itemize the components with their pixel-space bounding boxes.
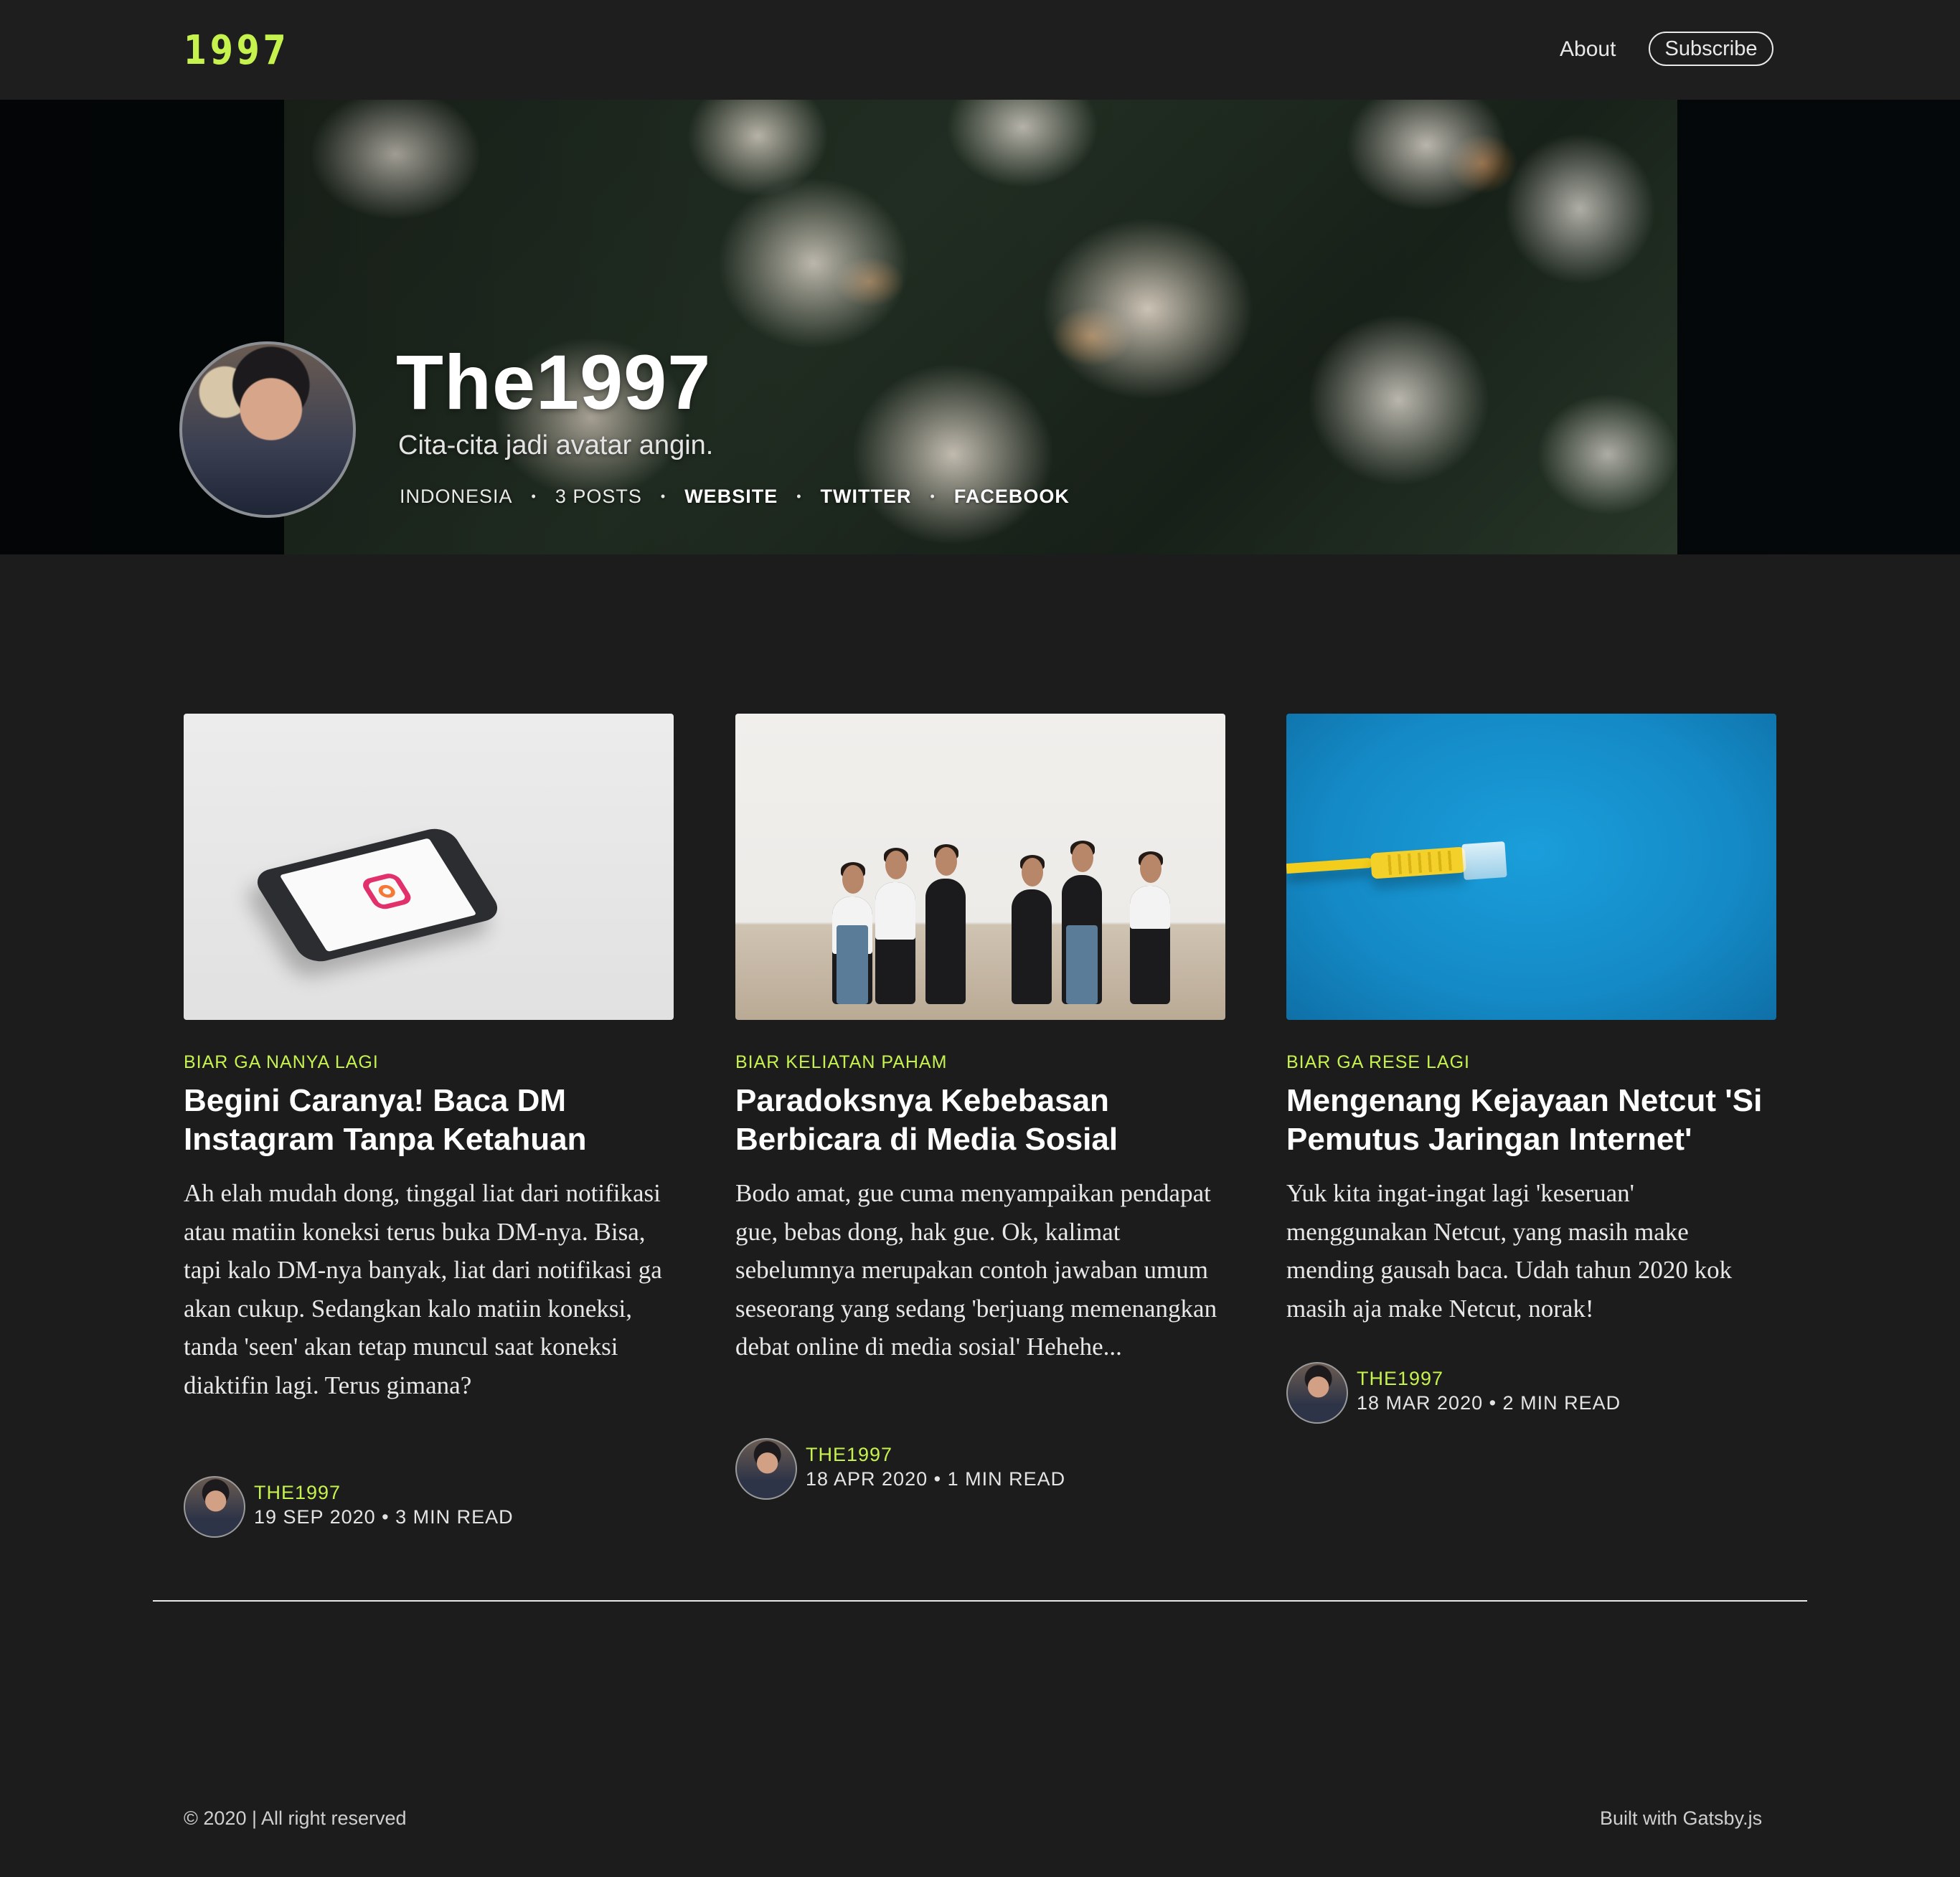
top-bar: 1997 About Subscribe: [0, 0, 1960, 100]
post-card[interactable]: BIAR GA RESE LAGI Mengenang Kejayaan Net…: [1286, 714, 1776, 1424]
instagram-phone-image[interactable]: [184, 714, 674, 1020]
post-date-readtime: 18 APR 2020 • 1 MIN READ: [806, 1468, 1066, 1490]
author-name[interactable]: THE1997: [254, 1482, 341, 1504]
author-avatar[interactable]: [184, 1476, 245, 1538]
nav-about-link[interactable]: About: [1560, 37, 1616, 62]
post-title[interactable]: Paradoksnya Kebebasan Berbicara di Media…: [735, 1082, 1225, 1159]
post-excerpt: Bodo amat, gue cuma menyampaikan pendapa…: [735, 1179, 1217, 1361]
profile-name: The1997: [396, 339, 712, 425]
post-tag[interactable]: BIAR GA NANYA LAGI: [184, 1052, 379, 1073]
footer-built-with[interactable]: Built with Gatsby.js: [1600, 1807, 1762, 1830]
profile-bio: Cita-cita jadi avatar angin.: [398, 430, 714, 460]
profile-location: INDONESIA: [400, 485, 513, 507]
author-avatar[interactable]: [1286, 1362, 1348, 1424]
website-link[interactable]: WEBSITE: [684, 486, 778, 508]
post-title[interactable]: Mengenang Kejayaan Netcut 'Si Pemutus Ja…: [1286, 1082, 1776, 1159]
post-date-readtime: 19 SEP 2020 • 3 MIN READ: [254, 1506, 514, 1528]
post-tag[interactable]: BIAR GA RESE LAGI: [1286, 1052, 1470, 1073]
author-name[interactable]: THE1997: [806, 1444, 892, 1466]
people-with-phones-image[interactable]: [735, 714, 1225, 1020]
profile-post-count: 3 POSTS: [555, 485, 642, 507]
footer-copyright: © 2020 | All right reserved: [184, 1807, 407, 1829]
post-title[interactable]: Begini Caranya! Baca DM Instagram Tanpa …: [184, 1082, 674, 1159]
facebook-link[interactable]: FACEBOOK: [954, 486, 1070, 508]
phone-icon: [250, 825, 505, 965]
meta-separator: •: [930, 488, 936, 503]
meta-separator: •: [796, 488, 802, 503]
ethernet-plug-icon: [1461, 841, 1507, 881]
post-date-readtime: 18 MAR 2020 • 2 MIN READ: [1357, 1392, 1621, 1414]
post-card[interactable]: BIAR KELIATAN PAHAM Paradoksnya Kebebasa…: [735, 714, 1225, 1500]
meta-separator: •: [660, 488, 666, 503]
post-excerpt: Yuk kita ingat-ingat lagi 'keseruan' men…: [1286, 1179, 1733, 1323]
instagram-icon: [359, 871, 415, 912]
post-tag[interactable]: BIAR KELIATAN PAHAM: [735, 1052, 947, 1073]
post-excerpt: Ah elah mudah dong, tinggal liat dari no…: [184, 1179, 662, 1399]
meta-separator: •: [531, 488, 537, 503]
post-card[interactable]: BIAR GA NANYA LAGI Begini Caranya! Baca …: [184, 714, 674, 1538]
profile-meta: INDONESIA • 3 POSTS • WEBSITE • TWITTER …: [400, 483, 1070, 509]
post-author: THE1997 18 MAR 2020 • 2 MIN READ: [1286, 1362, 1776, 1425]
author-name[interactable]: THE1997: [1357, 1368, 1443, 1390]
ethernet-cable-image[interactable]: [1286, 714, 1776, 1020]
post-author: THE1997 18 APR 2020 • 1 MIN READ: [735, 1438, 1225, 1501]
subscribe-button[interactable]: Subscribe: [1649, 32, 1773, 66]
post-author: THE1997 19 SEP 2020 • 3 MIN READ: [184, 1476, 674, 1539]
site-logo[interactable]: 1997: [184, 27, 289, 74]
footer-divider: [153, 1600, 1807, 1602]
author-avatar[interactable]: [735, 1438, 797, 1500]
twitter-link[interactable]: TWITTER: [821, 486, 912, 508]
profile-avatar: [179, 341, 356, 518]
